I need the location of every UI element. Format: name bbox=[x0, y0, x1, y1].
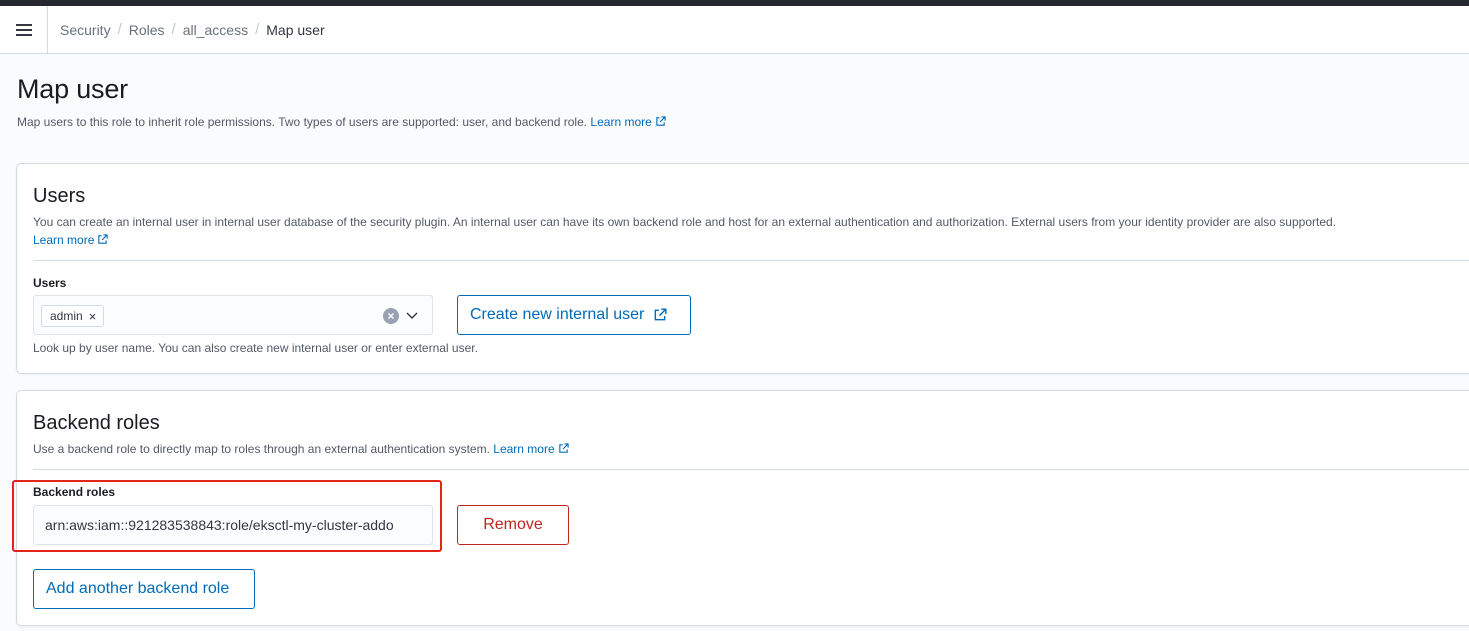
breadcrumb-map-user: Map user bbox=[266, 21, 325, 38]
users-panel-description-text: You can create an internal user in inter… bbox=[33, 215, 1337, 229]
breadcrumb-roles[interactable]: Roles bbox=[129, 22, 165, 38]
users-divider bbox=[33, 260, 1469, 261]
users-panel-title: Users bbox=[33, 185, 86, 207]
page-learn-more-link[interactable]: Learn more bbox=[590, 115, 666, 129]
external-link-icon bbox=[98, 234, 109, 244]
breadcrumb-all-access[interactable]: all_access bbox=[183, 22, 248, 38]
external-link-icon bbox=[654, 308, 667, 321]
users-help-text: Look up by user name. You can also creat… bbox=[33, 341, 478, 355]
page-title: Map user bbox=[17, 74, 128, 104]
remove-button-label: Remove bbox=[483, 516, 543, 533]
user-pill-label: admin bbox=[50, 309, 83, 323]
create-internal-user-label: Create new internal user bbox=[470, 306, 645, 323]
backend-roles-panel: Backend roles Use a backend role to dire… bbox=[16, 390, 1469, 626]
breadcrumb-separator: / bbox=[255, 21, 260, 38]
backend-role-input[interactable] bbox=[33, 505, 433, 545]
add-backend-role-button[interactable]: Add another backend role bbox=[33, 569, 255, 609]
page-description-text: Map users to this role to inherit role p… bbox=[17, 115, 588, 129]
app-header: Security / Roles / all_access / Map user bbox=[0, 5, 1469, 54]
backend-learn-more-label: Learn more bbox=[493, 442, 555, 456]
hamburger-menu-icon bbox=[15, 23, 32, 36]
breadcrumb-separator: / bbox=[117, 21, 122, 38]
remove-pill-icon[interactable]: × bbox=[89, 310, 97, 323]
breadcrumb-separator: / bbox=[171, 21, 176, 38]
breadcrumb: Security / Roles / all_access / Map user bbox=[48, 21, 325, 38]
backend-roles-field-label: Backend roles bbox=[33, 485, 116, 499]
breadcrumb-security[interactable]: Security bbox=[60, 22, 111, 38]
backend-roles-description-text: Use a backend role to directly map to ro… bbox=[33, 442, 490, 456]
backend-roles-panel-description: Use a backend role to directly map to ro… bbox=[33, 440, 1433, 458]
backend-roles-divider bbox=[33, 469, 1469, 470]
users-learn-more-label: Learn more bbox=[33, 233, 95, 247]
hamburger-menu-button[interactable] bbox=[0, 5, 48, 54]
page-description: Map users to this role to inherit role p… bbox=[17, 115, 666, 129]
user-pill-admin: admin × bbox=[41, 305, 105, 327]
users-combobox[interactable]: admin × bbox=[33, 295, 433, 335]
add-backend-role-label: Add another backend role bbox=[46, 580, 230, 597]
create-internal-user-button[interactable]: Create new internal user bbox=[457, 295, 691, 335]
remove-backend-role-button[interactable]: Remove bbox=[457, 505, 569, 545]
users-panel: Users You can create an internal user in… bbox=[16, 163, 1469, 374]
users-panel-description: You can create an internal user in inter… bbox=[33, 213, 1433, 249]
external-link-icon bbox=[558, 443, 569, 453]
external-link-icon bbox=[656, 116, 666, 126]
backend-learn-more-link[interactable]: Learn more bbox=[493, 442, 569, 456]
users-learn-more-link[interactable]: Learn more bbox=[33, 233, 109, 247]
backend-roles-panel-title: Backend roles bbox=[33, 412, 160, 434]
chevron-down-icon[interactable] bbox=[405, 308, 419, 322]
page-learn-more-label: Learn more bbox=[590, 115, 652, 129]
users-field-label: Users bbox=[33, 276, 67, 290]
clear-icon[interactable] bbox=[383, 308, 399, 324]
